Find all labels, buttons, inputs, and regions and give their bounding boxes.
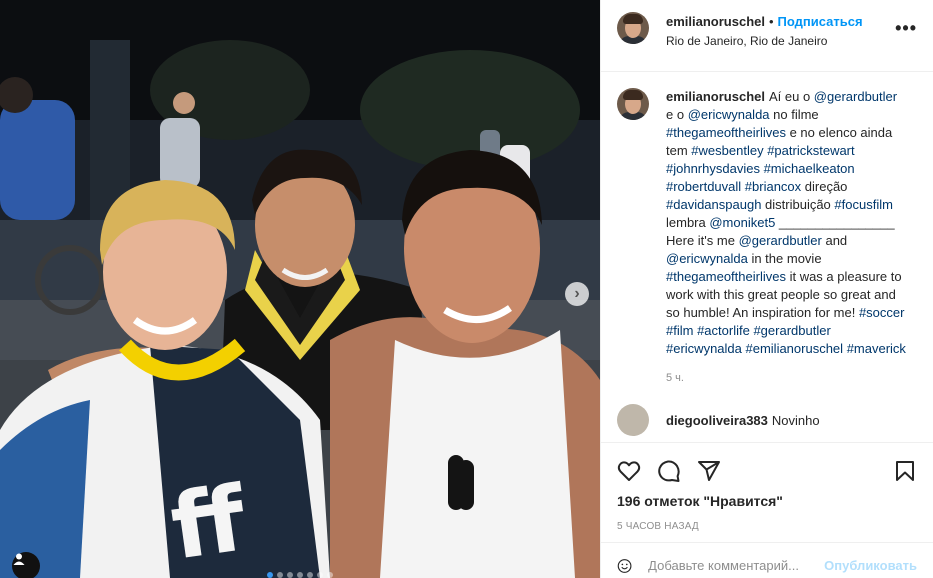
carousel-indicator — [267, 572, 333, 578]
hashtag-link[interactable]: #johnrhysdavies — [666, 161, 760, 176]
hashtag-link[interactable]: #thegameoftheirlives — [666, 269, 786, 284]
caption-text-segment: lembra — [666, 215, 710, 230]
caption-text-segment: e o — [666, 107, 688, 122]
carousel-dot — [267, 572, 273, 578]
chevron-right-icon: › — [574, 285, 580, 302]
emoji-icon[interactable] — [617, 554, 632, 578]
caption-author-avatar[interactable] — [617, 88, 649, 120]
photo-illustration: ff — [0, 0, 600, 578]
post-photo[interactable]: ff › — [0, 0, 600, 578]
hashtag-link[interactable]: #film — [666, 323, 693, 338]
publish-button[interactable]: Опубликовать — [824, 558, 917, 573]
carousel-dot — [307, 572, 313, 578]
caption-body: Aí eu o @gerardbutler e o @ericwynalda n… — [666, 89, 906, 356]
hashtag-link[interactable]: #michaelkeaton — [764, 161, 855, 176]
follow-button[interactable]: Подписаться — [778, 14, 863, 29]
post-header: emilianoruschel • Подписаться Rio de Jan… — [601, 0, 933, 72]
comment-icon[interactable] — [657, 459, 681, 483]
carousel-dot — [297, 572, 303, 578]
caption-timestamp: 5 ч. — [666, 372, 684, 384]
more-options-button[interactable]: ••• — [895, 18, 917, 39]
mention-link[interactable]: @ericwynalda — [688, 107, 770, 122]
hashtag-link[interactable]: #maverick — [847, 341, 906, 356]
bookmark-icon[interactable] — [893, 459, 917, 483]
mention-link[interactable]: @moniket5 — [709, 215, 775, 230]
mention-link[interactable]: @ericwynalda — [666, 251, 748, 266]
commenter-username[interactable]: diegooliveira383 — [666, 413, 768, 428]
carousel-dot — [277, 572, 283, 578]
hashtag-link[interactable]: #briancox — [745, 179, 801, 194]
comment-item: diegooliveira383 Novinho — [617, 404, 917, 436]
author-username[interactable]: emilianoruschel — [666, 14, 765, 29]
hashtag-link[interactable]: #thegameoftheirlives — [666, 125, 786, 140]
hashtag-link[interactable]: #focusfilm — [834, 197, 893, 212]
post-timestamp: 5 часов назад — [617, 521, 699, 532]
comments-section[interactable]: emilianoruschel Aí eu o @gerardbutler e o… — [601, 72, 933, 442]
caption-text-segment: Aí eu o — [768, 89, 814, 104]
hashtag-link[interactable]: #actorlife — [697, 323, 750, 338]
commenter-avatar[interactable] — [617, 404, 649, 436]
caption-text-segment: distribuição — [761, 197, 835, 212]
carousel-dot — [327, 572, 333, 578]
caption-text-segment: and — [821, 233, 848, 248]
post-details-panel: emilianoruschel • Подписаться Rio de Jan… — [600, 0, 933, 578]
caption-text: emilianoruschel Aí eu o @gerardbutler e o… — [666, 88, 906, 358]
caption-text-segment: no filme — [769, 107, 819, 122]
mention-link[interactable]: @gerardbutler — [739, 233, 822, 248]
post-location[interactable]: Rio de Janeiro, Rio de Janeiro — [666, 34, 863, 48]
carousel-next-button[interactable]: › — [565, 282, 589, 306]
mention-link[interactable]: @gerardbutler — [814, 89, 897, 104]
more-icon: ••• — [895, 18, 917, 38]
user-tag-icon — [13, 553, 25, 565]
hashtag-link[interactable]: #patrickstewart — [767, 143, 854, 158]
hashtag-link[interactable]: #soccer — [859, 305, 905, 320]
hashtag-link[interactable]: #davidanspaugh — [666, 197, 761, 212]
comment-text: Novinho — [771, 412, 820, 428]
comment-input[interactable] — [648, 558, 825, 573]
caption-text-segment: in the movie — [747, 251, 822, 266]
add-comment-bar: Опубликовать — [601, 542, 933, 578]
separator-bullet: • — [768, 14, 774, 29]
tagged-users-button[interactable] — [12, 552, 40, 578]
hashtag-link[interactable]: #ericwynalda — [666, 341, 742, 356]
share-icon[interactable] — [697, 459, 721, 483]
hashtag-link[interactable]: #robertduvall — [666, 179, 741, 194]
carousel-dot — [317, 572, 323, 578]
caption-text-segment: direção — [801, 179, 848, 194]
hashtag-link[interactable]: #emilianoruschel — [746, 341, 844, 356]
likes-count[interactable]: 196 отметок "Нравится" — [617, 493, 917, 509]
post-actions: 196 отметок "Нравится" 5 часов назад — [601, 442, 933, 532]
author-avatar[interactable] — [617, 12, 649, 44]
caption: emilianoruschel Aí eu o @gerardbutler e o… — [617, 88, 917, 358]
caption-username[interactable]: emilianoruschel — [666, 89, 765, 104]
hashtag-link[interactable]: #wesbentley — [691, 143, 763, 158]
hashtag-link[interactable]: #gerardbutler — [753, 323, 830, 338]
carousel-dot — [287, 572, 293, 578]
heart-icon[interactable] — [617, 459, 641, 483]
